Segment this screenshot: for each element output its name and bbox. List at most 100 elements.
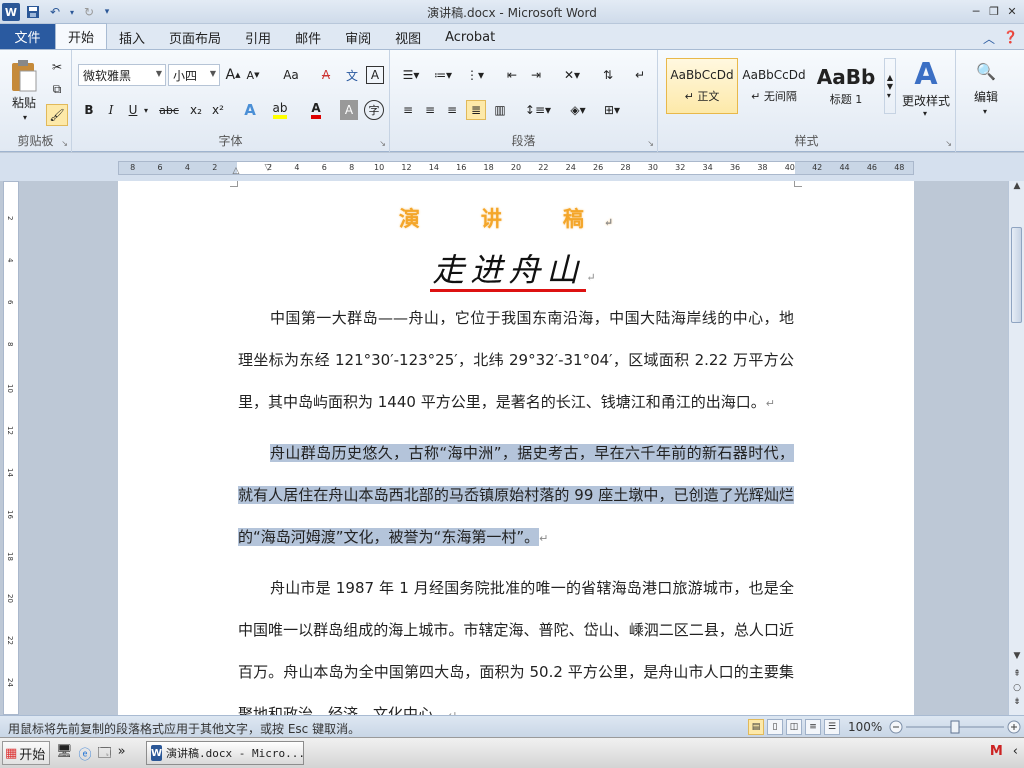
sort-icon[interactable]: ⇅ bbox=[598, 66, 618, 84]
tab-view[interactable]: 视图 bbox=[383, 25, 433, 49]
browser-icon[interactable]: ⓔ bbox=[79, 744, 92, 766]
font-color-icon[interactable]: A bbox=[304, 100, 328, 120]
paragraph-launcher-icon[interactable]: ↘ bbox=[647, 139, 654, 148]
clear-formatting-icon[interactable]: A bbox=[316, 66, 336, 84]
zoom-level[interactable]: 100% bbox=[848, 720, 882, 734]
underline-button[interactable]: U bbox=[124, 100, 142, 120]
paste-dropdown-icon[interactable]: ▾ bbox=[20, 112, 30, 122]
change-styles-dropdown-icon[interactable]: ▾ bbox=[920, 108, 930, 118]
clipboard-launcher-icon[interactable]: ↘ bbox=[61, 139, 68, 148]
editing-dropdown-icon[interactable]: ▾ bbox=[980, 106, 990, 116]
format-painter-icon[interactable]: 🖌 bbox=[46, 104, 68, 126]
tab-review[interactable]: 审阅 bbox=[333, 25, 383, 49]
bullets-icon[interactable]: ☰▾ bbox=[398, 66, 424, 84]
strikethrough-button[interactable]: abc bbox=[156, 100, 182, 120]
editing-label[interactable]: 编辑 bbox=[962, 88, 1010, 104]
tab-page-layout[interactable]: 页面布局 bbox=[157, 25, 233, 49]
minimize-ribbon-icon[interactable]: ︿ bbox=[983, 30, 995, 47]
line-spacing-icon[interactable]: ↕≡▾ bbox=[524, 100, 552, 120]
enclose-characters-icon[interactable]: 字 bbox=[364, 100, 384, 120]
full-screen-reading-icon[interactable]: ▯ bbox=[767, 719, 783, 735]
change-styles-icon[interactable]: A bbox=[900, 56, 952, 92]
restore-button[interactable]: ❐ bbox=[986, 3, 1002, 19]
subscript-button[interactable]: x₂ bbox=[186, 100, 206, 120]
vertical-ruler[interactable]: 2 4 6 8 10 12 14 16 18 20 22 24 bbox=[3, 181, 19, 715]
styles-launcher-icon[interactable]: ↘ bbox=[945, 139, 952, 148]
font-name-select[interactable]: 微软雅黑 ▼ bbox=[78, 64, 166, 86]
tray-app-icon[interactable]: M bbox=[990, 744, 1003, 759]
draft-view-icon[interactable]: ☰ bbox=[824, 719, 840, 735]
copy-icon[interactable]: ⧉ bbox=[48, 80, 66, 98]
highlight-color-icon[interactable]: ab bbox=[268, 100, 292, 120]
justify-icon[interactable]: ≣ bbox=[466, 100, 486, 120]
change-case-icon[interactable]: Aa bbox=[278, 66, 304, 84]
find-icon[interactable]: 🔍 bbox=[970, 58, 1002, 84]
tab-references[interactable]: 引用 bbox=[233, 25, 283, 49]
decrease-indent-icon[interactable]: ⇤ bbox=[502, 66, 522, 84]
close-button[interactable]: ✕ bbox=[1004, 3, 1020, 19]
zoom-thumb[interactable] bbox=[950, 720, 960, 734]
paragraph-3[interactable]: 舟山市是 1987 年 1 月经国务院批准的唯一的省辖海岛港口旅游城市，也是全中… bbox=[238, 567, 794, 715]
character-border-icon[interactable]: A bbox=[366, 66, 384, 84]
phonetic-guide-icon[interactable]: 文 bbox=[342, 66, 362, 84]
cut-icon[interactable]: ✂ bbox=[48, 58, 66, 76]
align-left-icon[interactable]: ≡ bbox=[398, 100, 418, 120]
document-page[interactable]: 演 讲 稿↵ 走进舟山 ↵ 中国第一大群岛——舟山，它位于我国东南沿海，中国大陆海… bbox=[118, 181, 914, 715]
shading-icon[interactable]: ◈▾ bbox=[564, 100, 592, 120]
align-right-icon[interactable]: ≡ bbox=[442, 100, 462, 120]
zoom-slider[interactable] bbox=[888, 719, 1022, 735]
multilevel-list-icon[interactable]: ⋮▾ bbox=[462, 66, 488, 84]
first-line-indent-marker[interactable]: ▽ bbox=[263, 158, 273, 178]
character-shading-icon[interactable]: A bbox=[340, 100, 358, 120]
grow-font-icon[interactable]: A ▲ bbox=[224, 66, 242, 84]
next-page-icon[interactable]: ⇟ bbox=[1010, 697, 1024, 711]
show-desktop-icon[interactable]: 🖥 bbox=[56, 744, 73, 766]
text-effects-icon[interactable]: A bbox=[238, 100, 262, 120]
scroll-thumb[interactable] bbox=[1011, 227, 1022, 323]
outline-view-icon[interactable]: ≡ bbox=[805, 719, 821, 735]
tab-insert[interactable]: 插入 bbox=[107, 25, 157, 49]
shrink-font-icon[interactable]: A ▼ bbox=[244, 66, 262, 84]
minimize-button[interactable]: ─ bbox=[968, 3, 984, 19]
tab-mailings[interactable]: 邮件 bbox=[283, 25, 333, 49]
scroll-down-icon[interactable]: ▼ bbox=[1010, 651, 1024, 665]
paste-icon[interactable] bbox=[6, 56, 42, 96]
tab-file[interactable]: 文件 bbox=[0, 24, 55, 49]
app-shortcut-icon[interactable]: 🗔 bbox=[98, 744, 112, 766]
borders-icon[interactable]: ⊞▾ bbox=[598, 100, 626, 120]
scroll-up-icon[interactable]: ▲ bbox=[1010, 181, 1024, 195]
bold-button[interactable]: B bbox=[80, 100, 98, 120]
start-button[interactable]: ▦ 开始 bbox=[2, 741, 50, 765]
increase-indent-icon[interactable]: ⇥ bbox=[526, 66, 546, 84]
styles-scroll-icon[interactable]: ▲ ▼ ▾ bbox=[884, 58, 896, 114]
paste-label[interactable]: 粘贴 bbox=[4, 94, 44, 110]
browse-object-icon[interactable]: ○ bbox=[1010, 683, 1024, 697]
style-heading-1[interactable]: AaBb 标题 1 bbox=[810, 58, 882, 114]
underline-dropdown-icon[interactable]: ▾ bbox=[142, 102, 150, 118]
print-layout-icon[interactable]: ▤ bbox=[748, 719, 764, 735]
vertical-scrollbar[interactable]: ▲ ▼ ⇞ ○ ⇟ bbox=[1008, 181, 1024, 715]
show-marks-icon[interactable]: ↵ bbox=[630, 66, 650, 84]
chinese-layout-icon[interactable]: ✕▾ bbox=[558, 66, 586, 84]
style-no-spacing[interactable]: AaBbCcDd ↵ 无间隔 bbox=[738, 58, 810, 114]
tab-home[interactable]: 开始 bbox=[55, 23, 108, 49]
change-styles-label[interactable]: 更改样式 bbox=[898, 92, 954, 108]
help-icon[interactable]: ❓ bbox=[1003, 30, 1018, 47]
tray-expand-icon[interactable]: ‹ bbox=[1013, 744, 1018, 759]
paragraph-1[interactable]: 中国第一大群岛——舟山，它位于我国东南沿海，中国大陆海岸线的中心，地理坐标为东经… bbox=[238, 297, 794, 425]
previous-page-icon[interactable]: ⇞ bbox=[1010, 669, 1024, 683]
web-layout-icon[interactable]: ◫ bbox=[786, 719, 802, 735]
align-center-icon[interactable]: ≡ bbox=[420, 100, 440, 120]
tab-acrobat[interactable]: Acrobat bbox=[433, 25, 507, 49]
superscript-button[interactable]: x² bbox=[208, 100, 228, 120]
font-size-select[interactable]: 小四 ▼ bbox=[168, 64, 220, 86]
quick-launch-more-icon[interactable]: » bbox=[118, 744, 126, 766]
horizontal-ruler[interactable]: 8 6 4 2 2 4 6 8 10 12 14 16 18 20 22 24 26 28 30 32 34 36 38 40… bbox=[118, 158, 914, 178]
numbering-icon[interactable]: ≔▾ bbox=[430, 66, 456, 84]
style-normal[interactable]: AaBbCcDd ↵ 正文 bbox=[666, 58, 738, 114]
italic-button[interactable]: I bbox=[102, 100, 120, 120]
taskbar-word-task[interactable]: W 演讲稿.docx - Micro... bbox=[146, 741, 304, 765]
distributed-icon[interactable]: ▥ bbox=[490, 100, 510, 120]
paragraph-2[interactable]: 舟山群岛历史悠久，古称“海中洲”，据史考古，早在六千年前的新石器时代，就有人居住… bbox=[238, 432, 794, 560]
left-indent-marker[interactable]: △ bbox=[231, 166, 241, 176]
